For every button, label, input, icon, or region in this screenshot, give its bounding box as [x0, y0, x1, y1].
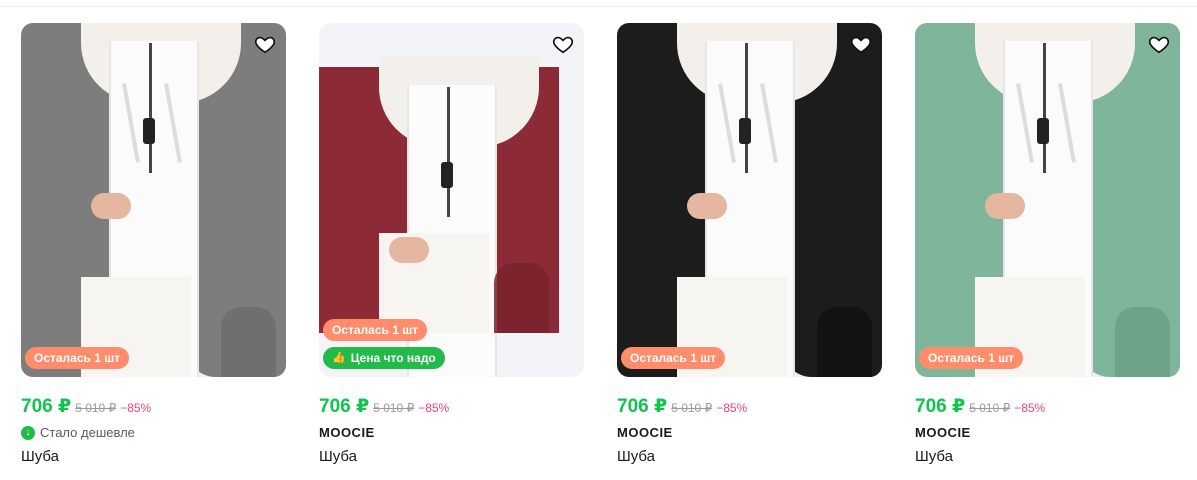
old-price: 5 010 ₽: [671, 401, 713, 415]
thumbs-up-icon: 👍: [332, 352, 346, 364]
jacket-photo: [915, 23, 1180, 377]
deal-badge: 👍 Цена что надо: [323, 347, 445, 369]
old-price: 5 010 ₽: [75, 401, 117, 415]
jacket-photo: [319, 57, 559, 377]
price-drop-text: Стало дешевле: [40, 425, 135, 440]
current-price: 706 ₽: [21, 396, 72, 417]
deal-badge-label: Цена что надо: [350, 351, 436, 365]
brand-name[interactable]: MOOCIE: [617, 425, 882, 440]
jacket-photo: [617, 23, 882, 377]
product-card[interactable]: Осталась 1 шт 706 ₽ 5 010 ₽ −85% MOOCIE …: [915, 23, 1180, 465]
product-name[interactable]: Шуба: [319, 448, 584, 465]
old-price: 5 010 ₽: [969, 401, 1011, 415]
favorite-heart-icon[interactable]: [1148, 33, 1170, 55]
favorite-heart-icon[interactable]: [254, 33, 276, 55]
discount-label: −85%: [418, 401, 450, 415]
product-grid: Осталась 1 шт 706 ₽ 5 010 ₽ −85% ↓ Стало…: [21, 23, 1180, 465]
product-name[interactable]: Шуба: [617, 448, 882, 465]
price-row: 706 ₽ 5 010 ₽ −85%: [915, 395, 1180, 418]
product-name[interactable]: Шуба: [915, 448, 1180, 465]
current-price: 706 ₽: [617, 396, 668, 417]
favorite-heart-icon[interactable]: [552, 33, 574, 55]
discount-label: −85%: [716, 401, 748, 415]
stock-badge: Осталась 1 шт: [25, 347, 130, 369]
product-image[interactable]: Осталась 1 шт: [617, 23, 882, 377]
product-name[interactable]: Шуба: [21, 448, 286, 465]
product-card[interactable]: Осталась 1 шт 👍 Цена что надо 706 ₽ 5 01…: [319, 23, 584, 465]
stock-badge: Осталась 1 шт: [621, 347, 726, 369]
product-image[interactable]: Осталась 1 шт 👍 Цена что надо: [319, 23, 584, 377]
current-price: 706 ₽: [915, 396, 966, 417]
jacket-photo: [21, 23, 286, 377]
product-card[interactable]: Осталась 1 шт 706 ₽ 5 010 ₽ −85% ↓ Стало…: [21, 23, 286, 465]
product-image[interactable]: Осталась 1 шт: [21, 23, 286, 377]
price-row: 706 ₽ 5 010 ₽ −85%: [617, 395, 882, 418]
favorite-heart-icon[interactable]: [850, 33, 872, 55]
current-price: 706 ₽: [319, 396, 370, 417]
brand-name[interactable]: MOOCIE: [915, 425, 1180, 440]
price-row: 706 ₽ 5 010 ₽ −85%: [319, 395, 584, 418]
stock-badge: Осталась 1 шт: [323, 319, 428, 341]
brand-name[interactable]: MOOCIE: [319, 425, 584, 440]
stock-badge: Осталась 1 шт: [919, 347, 1024, 369]
price-drop-note: ↓ Стало дешевле: [21, 425, 286, 440]
discount-label: −85%: [120, 401, 152, 415]
product-card[interactable]: Осталась 1 шт 706 ₽ 5 010 ₽ −85% MOOCIE …: [617, 23, 882, 465]
discount-label: −85%: [1014, 401, 1046, 415]
old-price: 5 010 ₽: [373, 401, 415, 415]
product-image[interactable]: Осталась 1 шт: [915, 23, 1180, 377]
price-row: 706 ₽ 5 010 ₽ −85%: [21, 395, 286, 418]
top-divider: [0, 6, 1197, 7]
arrow-down-circle-icon: ↓: [21, 425, 35, 440]
